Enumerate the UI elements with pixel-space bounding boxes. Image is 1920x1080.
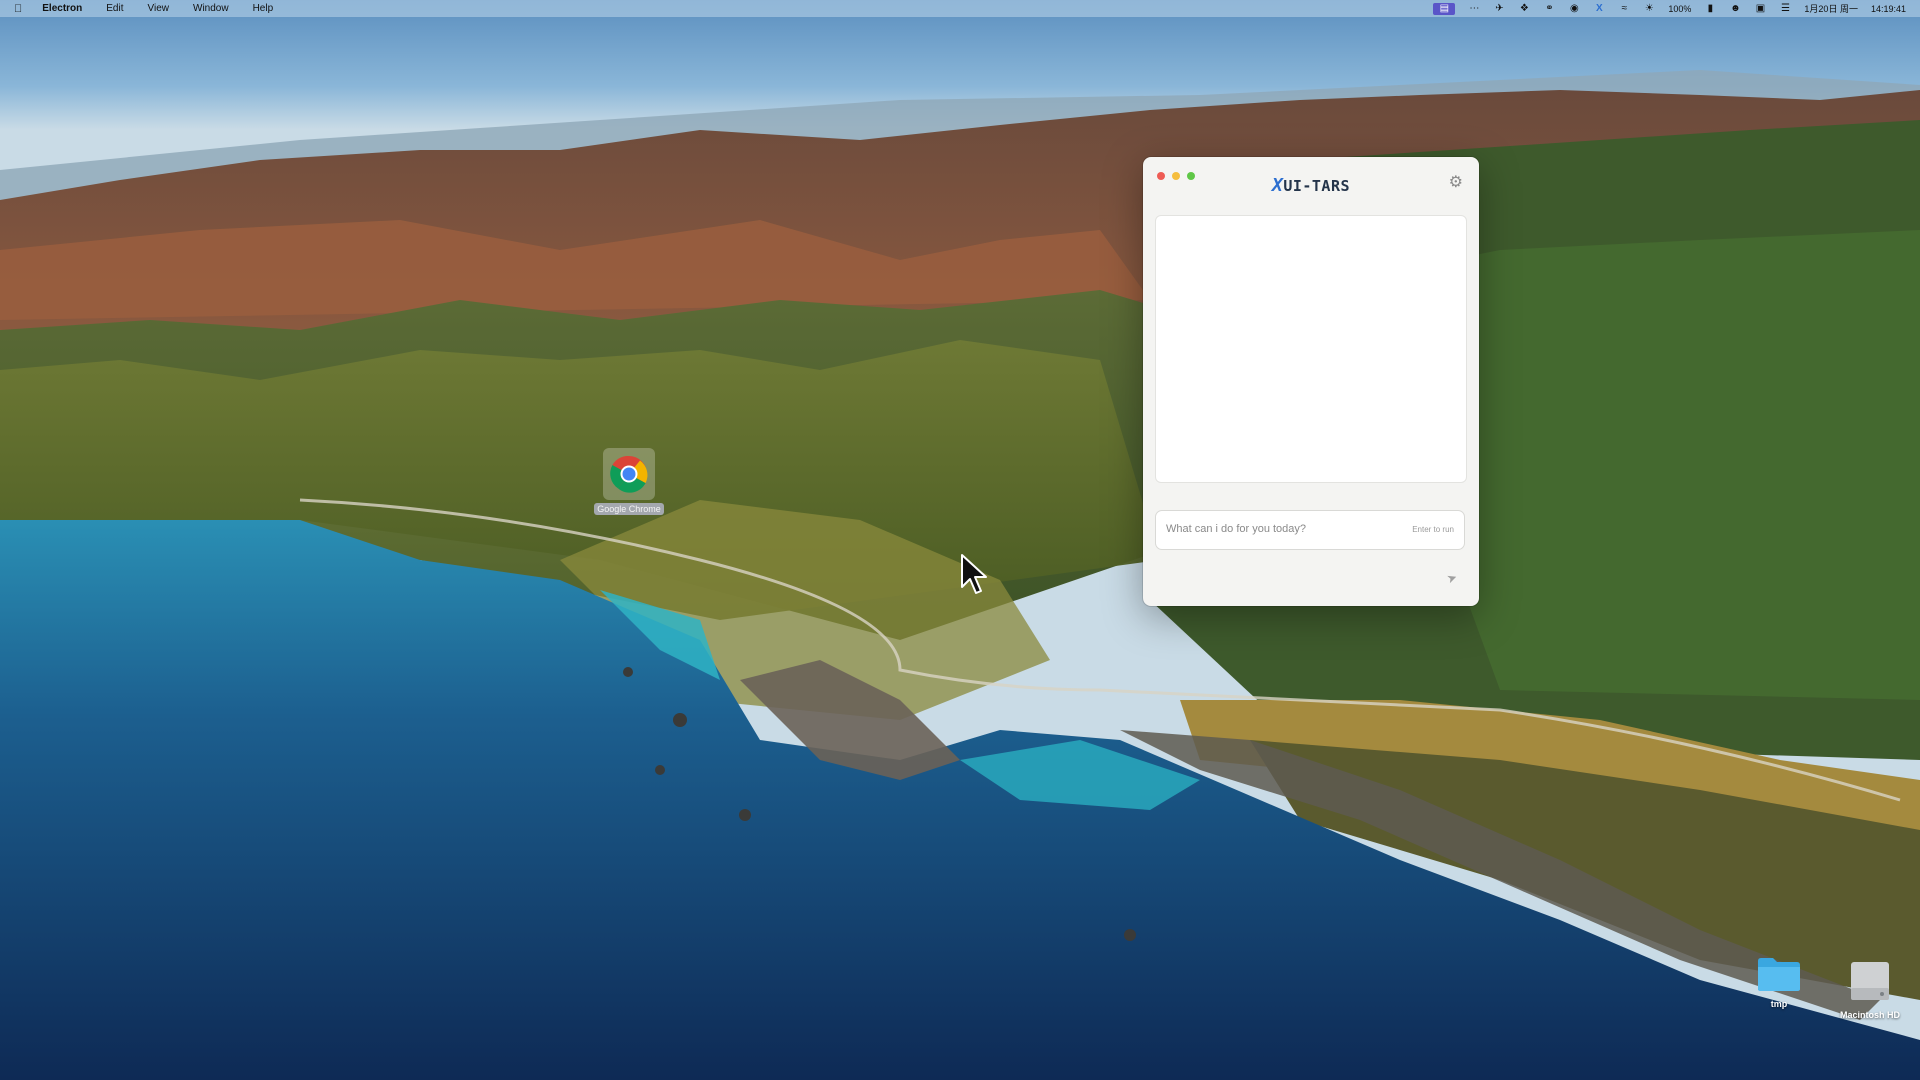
desktop-icon-macintosh-hd[interactable]: Macintosh HD (1835, 958, 1905, 1020)
folder-icon (1758, 958, 1800, 991)
desktop-icon-label: tmp (1770, 999, 1788, 1009)
desktop-icon-chrome[interactable]: Google Chrome (590, 448, 668, 515)
mouse-cursor-icon (961, 554, 987, 594)
menu-bar:  Electron Edit View Window Help ▤ ⋯ ✈ ❖… (0, 0, 1920, 17)
input-hint: Enter to run (1412, 525, 1454, 534)
apple-menu-icon[interactable]:  (14, 3, 22, 15)
ui-tars-window: XUI-TARS ⚙ Enter to run ➤ (1143, 157, 1479, 606)
send-icon[interactable]: ➤ (1445, 570, 1459, 587)
x-logo-icon: X (1271, 175, 1284, 196)
desktop-icon-tmp[interactable]: tmp (1752, 955, 1806, 1009)
control-center-icon[interactable]: ▣ (1754, 3, 1766, 14)
record-icon[interactable]: ◉ (1568, 3, 1580, 14)
remote-icon[interactable]: ✈ (1493, 3, 1505, 14)
wifi-icon[interactable]: ≈ (1618, 3, 1630, 14)
desktop-icon-label: Macintosh HD (1839, 1010, 1900, 1020)
headphones-icon[interactable]: ⚭ (1543, 3, 1555, 14)
desktop-icon-label: Google Chrome (594, 503, 664, 515)
menu-time[interactable]: 14:19:41 (1871, 4, 1906, 14)
notification-icon[interactable]: ☰ (1779, 3, 1791, 14)
user-icon[interactable]: ☻ (1729, 3, 1741, 14)
menu-app-name[interactable]: Electron (42, 3, 82, 14)
battery-icon[interactable]: ▮ (1704, 3, 1716, 14)
chat-messages-area (1155, 215, 1467, 483)
prompt-input[interactable] (1166, 523, 1386, 535)
prompt-input-container[interactable]: Enter to run (1155, 510, 1465, 550)
gear-icon[interactable]: ⚙ (1449, 175, 1463, 191)
screen-record-icon[interactable]: ▤ (1433, 2, 1456, 15)
menu-view[interactable]: View (148, 3, 170, 14)
more-icon[interactable]: ⋯ (1468, 3, 1480, 14)
x-app-icon[interactable]: X (1593, 3, 1605, 14)
window-title: UI-TARS (1283, 177, 1351, 195)
desktop-wallpaper (0, 70, 1920, 1080)
menu-date[interactable]: 1月20日 周一 (1804, 2, 1858, 15)
brightness-icon[interactable]: ☀ (1643, 3, 1655, 14)
menu-window[interactable]: Window (193, 3, 229, 14)
menu-edit[interactable]: Edit (106, 3, 123, 14)
window-title-bar: XUI-TARS (1143, 175, 1479, 196)
menu-help[interactable]: Help (253, 3, 274, 14)
disk-icon (1851, 962, 1889, 1000)
chrome-icon (610, 455, 648, 493)
bluetooth-icon[interactable]: ❖ (1518, 3, 1530, 14)
battery-percent: 100% (1668, 3, 1692, 14)
